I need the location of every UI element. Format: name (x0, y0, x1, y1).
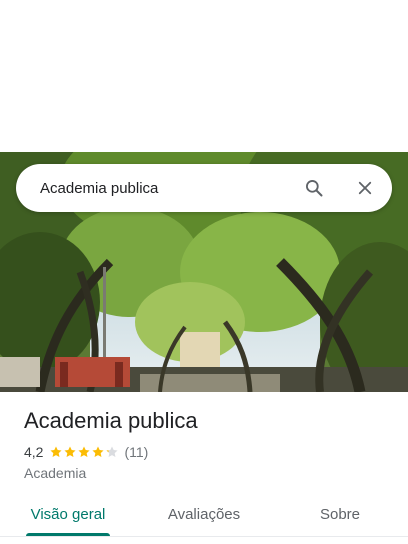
tab-bar: Visão geral Avaliações Sobre (0, 496, 408, 536)
star-icon (50, 446, 63, 458)
search-bar[interactable]: Academia publica (16, 164, 392, 212)
tab-about[interactable]: Sobre (272, 496, 408, 536)
star-icon (106, 446, 119, 458)
place-title: Academia publica (24, 408, 198, 433)
divider (0, 536, 408, 537)
tab-overview[interactable]: Visão geral (0, 496, 136, 536)
star-icon (64, 446, 77, 458)
place-category: Academia (24, 465, 87, 481)
tab-label: Avaliações (167, 506, 241, 523)
search-input[interactable]: Academia publica (40, 180, 302, 197)
search-icon[interactable] (302, 176, 326, 200)
tab-label: Sobre (319, 506, 361, 523)
place-page: Academia publica Academia publica 4,2 (1… (0, 0, 408, 544)
tab-reviews[interactable]: Avaliações (136, 496, 272, 536)
place-info: Academia publica 4,2 (11) Academia (24, 406, 394, 481)
tab-label: Visão geral (30, 506, 106, 523)
star-icon (92, 446, 105, 458)
review-count[interactable]: (11) (124, 444, 148, 460)
rating-row[interactable]: 4,2 (11) (24, 443, 394, 461)
rating-value: 4,2 (24, 444, 44, 460)
star-rating (49, 445, 119, 459)
close-icon[interactable] (353, 176, 377, 200)
star-icon (78, 446, 91, 458)
